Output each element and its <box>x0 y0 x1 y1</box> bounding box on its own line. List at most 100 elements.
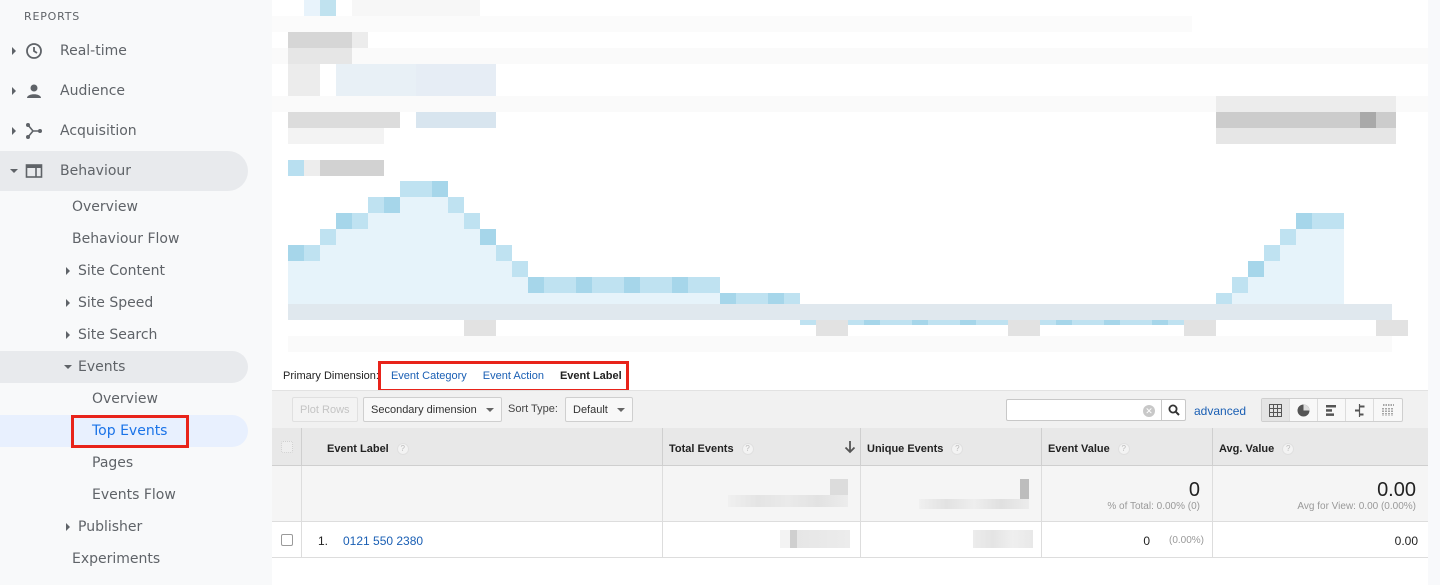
pie-view-button[interactable] <box>1290 399 1318 421</box>
obscured-pixel <box>288 112 400 128</box>
sidebar-item-acquisition[interactable]: Acquisition <box>0 111 248 151</box>
obscured-line <box>1328 213 1344 229</box>
sidebar-item-realtime[interactable]: Real-time <box>0 31 248 71</box>
person-icon <box>24 81 44 101</box>
help-icon[interactable]: ? <box>1117 443 1130 456</box>
help-icon[interactable]: ? <box>741 443 754 456</box>
row-total-events <box>663 522 861 558</box>
obscured-line <box>624 277 640 293</box>
obscured-area <box>464 229 480 304</box>
caret-down-icon <box>10 169 18 173</box>
help-icon[interactable]: ? <box>1282 443 1295 456</box>
obscured-line <box>496 245 512 261</box>
pie-chart-icon <box>1297 404 1310 416</box>
sidebar-item-audience[interactable]: Audience <box>0 71 248 111</box>
acquisition-icon <box>24 121 44 141</box>
obscured-axis-label <box>1184 320 1216 336</box>
advanced-filter-link[interactable]: advanced <box>1194 404 1246 418</box>
secondary-dimension-label: Secondary dimension <box>371 403 477 416</box>
totals-event-value-sub: % of Total: 0.00% (0) <box>1107 501 1200 512</box>
sidebar-item-behaviour[interactable]: Behaviour <box>0 151 248 191</box>
table-search-input[interactable] <box>1007 400 1137 420</box>
obscured-line <box>704 277 720 293</box>
plot-rows-button[interactable]: Plot Rows <box>292 397 358 422</box>
table-view-button[interactable] <box>1262 399 1290 421</box>
dimension-event-action[interactable]: Event Action <box>483 370 544 382</box>
obscured-area <box>512 277 528 304</box>
obscured-pixel <box>416 112 496 128</box>
obscured-area <box>544 293 560 304</box>
sort-type-dropdown[interactable]: Default <box>565 397 633 422</box>
obscured-chart-area <box>272 0 1428 355</box>
obscured-pixel <box>288 32 352 48</box>
help-icon[interactable]: ? <box>396 443 409 456</box>
header-avg-value[interactable]: Avg. Value? <box>1213 428 1428 466</box>
row-checkbox[interactable] <box>281 534 293 546</box>
obscured-area <box>1264 261 1280 304</box>
sort-descending-icon[interactable] <box>844 440 856 454</box>
obscured-value <box>830 479 848 495</box>
caret-down-icon <box>64 365 72 369</box>
clear-icon[interactable]: ✕ <box>1143 405 1155 417</box>
sidebar-item-site-search[interactable]: Site Search <box>66 319 157 351</box>
sidebar-item-events-flow[interactable]: Events Flow <box>92 479 176 511</box>
clock-icon <box>24 41 44 61</box>
obscured-line <box>608 277 624 293</box>
obscured-axis-label <box>1376 320 1408 336</box>
pivot-view-button[interactable] <box>1374 399 1402 421</box>
sidebar-item-behaviour-flow[interactable]: Behaviour Flow <box>72 223 179 255</box>
header-total-events-text: Total Events <box>669 443 734 455</box>
obscured-pixel <box>320 160 384 176</box>
sidebar-item-events[interactable]: Events <box>0 351 248 383</box>
row-event-value-number: 0 <box>1143 534 1150 548</box>
help-icon[interactable]: ? <box>951 443 964 456</box>
obscured-line <box>688 277 704 293</box>
sidebar-item-site-speed[interactable]: Site Speed <box>66 287 153 319</box>
header-unique-events[interactable]: Unique Events? <box>861 428 1042 466</box>
pixelated-overview-chart <box>272 0 1428 352</box>
obscured-axis-label <box>816 320 848 336</box>
obscured-line <box>480 229 496 245</box>
row-index: 1. <box>318 534 329 548</box>
obscured-area <box>688 293 704 304</box>
sidebar-item-publisher[interactable]: Publisher <box>66 511 142 543</box>
obscured-pixel <box>352 32 368 48</box>
obscured-pixel <box>320 0 336 16</box>
obscured-area <box>1312 229 1328 304</box>
obscured-pixel <box>288 160 304 176</box>
obscured-line <box>1248 261 1264 277</box>
comparison-view-button[interactable] <box>1346 399 1374 421</box>
obscured-axis-label <box>464 320 496 336</box>
totals-event-value-number: 0 <box>1188 479 1200 501</box>
search-button[interactable] <box>1161 400 1186 420</box>
obscured-line <box>448 197 464 213</box>
sidebar-item-top-events[interactable]: Top Events <box>0 415 248 447</box>
sidebar-item-events-overview[interactable]: Overview <box>92 383 158 415</box>
obscured-pixel <box>304 0 320 16</box>
header-event-label[interactable]: Event Label? <box>302 428 663 466</box>
table-toolbar: Plot Rows Secondary dimension Sort Type:… <box>272 390 1428 428</box>
dimension-event-category[interactable]: Event Category <box>391 370 467 382</box>
header-avg-value-text: Avg. Value <box>1219 443 1275 455</box>
sidebar-item-site-content[interactable]: Site Content <box>66 255 165 287</box>
behaviour-icon <box>24 161 44 181</box>
obscured-area <box>416 197 432 304</box>
sort-type-value: Default <box>573 403 608 416</box>
header-total-events[interactable]: Total Events? <box>663 428 861 466</box>
caret-right-icon <box>12 87 16 95</box>
obscured-line <box>352 213 368 229</box>
select-all-checkbox[interactable] <box>281 441 293 453</box>
obscured-area <box>624 293 640 304</box>
page-scrollbar[interactable] <box>1428 0 1440 585</box>
sidebar-item-events-pages[interactable]: Pages <box>92 447 133 479</box>
secondary-dimension-dropdown[interactable]: Secondary dimension <box>363 397 502 422</box>
sidebar-item-behaviour-overview[interactable]: Overview <box>72 191 138 223</box>
obscured-line <box>1280 229 1296 245</box>
performance-view-button[interactable] <box>1318 399 1346 421</box>
event-label-link[interactable]: 0121 550 2380 <box>343 534 423 548</box>
header-event-value[interactable]: Event Value? <box>1042 428 1213 466</box>
obscured-area <box>368 213 384 304</box>
obscured-area <box>1280 245 1296 304</box>
sidebar-item-experiments[interactable]: Experiments <box>72 543 160 575</box>
obscured-line <box>336 213 352 229</box>
